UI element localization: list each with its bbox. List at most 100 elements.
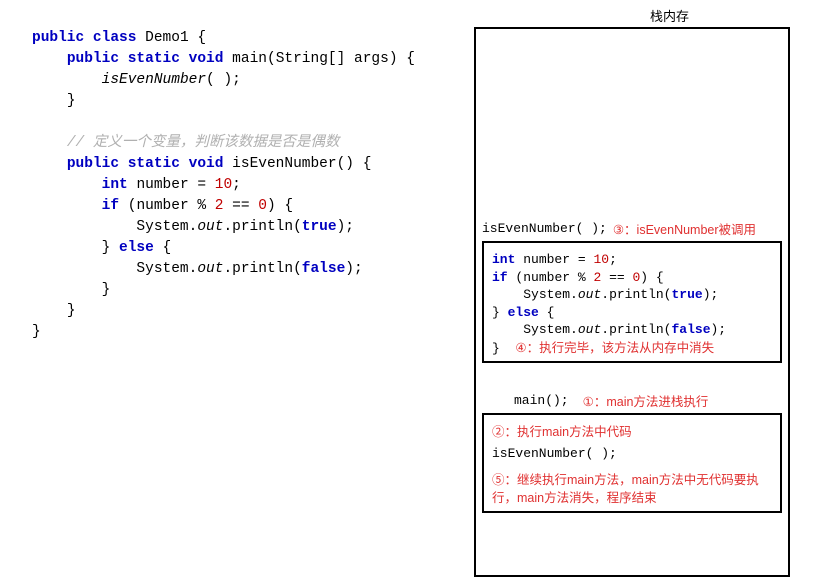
frame-code: int number = 10; if (number % 2 == 0) { …	[492, 251, 774, 357]
kw-if: if	[492, 270, 508, 285]
note-5: ⑤：继续执行main方法，main方法中无代码要执行，main方法消失，程序结束	[492, 471, 774, 507]
kw-public: public	[32, 30, 84, 46]
frame-main-call: isEvenNumber( );	[492, 445, 774, 463]
paren-close: )	[640, 270, 648, 285]
brace: {	[163, 240, 172, 256]
parens: ( );	[206, 72, 241, 88]
kw-class: class	[93, 30, 137, 46]
note-2: ②：执行main方法中代码	[492, 423, 774, 441]
dot: .	[570, 287, 578, 302]
paren-close: );	[337, 219, 354, 235]
brace: }	[102, 282, 111, 298]
dot: .	[223, 219, 232, 235]
kw-int: int	[492, 252, 515, 267]
expr: number %	[523, 270, 593, 285]
expr: number %	[136, 198, 214, 214]
brace: }	[102, 240, 111, 256]
semi: ;	[609, 252, 617, 267]
lit-10: 10	[215, 177, 232, 193]
circ-2: ②	[492, 425, 505, 439]
frame-main: ②：执行main方法中代码 isEvenNumber( ); ⑤：继续执行mai…	[482, 413, 782, 513]
expr: ==	[601, 270, 632, 285]
var-number: number	[136, 177, 188, 193]
eq: =	[578, 252, 586, 267]
code-block: public class Demo1 { public static void …	[32, 28, 456, 343]
semi: ;	[232, 177, 241, 193]
callsite-text: main();	[514, 393, 569, 408]
note-4-text: ：执行完毕，该方法从内存中消失	[527, 341, 715, 355]
fn-println: println	[232, 261, 293, 277]
kw-if: if	[102, 198, 119, 214]
paren-close: );	[711, 322, 727, 337]
lit-false: false	[671, 322, 710, 337]
field-out: out	[197, 219, 223, 235]
callsite-text: isEvenNumber( );	[482, 221, 607, 236]
comment: // 定义一个变量，判断该数据是否是偶数	[67, 135, 340, 151]
stack-panel: 栈内存 isEvenNumber( ); ③：isEvenNumber被调用 i…	[464, 6, 819, 564]
kw-else: else	[508, 305, 539, 320]
class-name: Demo1	[145, 30, 189, 46]
dot: .	[601, 322, 609, 337]
lit-false: false	[302, 261, 346, 277]
obj: System	[136, 261, 188, 277]
brace: }	[67, 93, 76, 109]
kw-public: public	[67, 156, 119, 172]
fn-println: println	[232, 219, 293, 235]
code-panel: public class Demo1 { public static void …	[4, 6, 464, 564]
kw-static: static	[128, 51, 180, 67]
paren-close: );	[703, 287, 719, 302]
note-1-text: ：main方法进栈执行	[594, 395, 709, 409]
parens: ()	[337, 156, 354, 172]
circ-4: ④	[515, 341, 526, 355]
kw-void: void	[189, 156, 224, 172]
brace: }	[492, 305, 500, 320]
eq: =	[197, 177, 206, 193]
dot: .	[570, 322, 578, 337]
brace: }	[67, 303, 76, 319]
lit-10: 10	[593, 252, 609, 267]
kw-int: int	[102, 177, 128, 193]
lit-true: true	[302, 219, 337, 235]
field-out: out	[578, 322, 601, 337]
var-number: number	[523, 252, 570, 267]
field-out: out	[578, 287, 601, 302]
stack-region: isEvenNumber( ); ③：isEvenNumber被调用 int n…	[474, 27, 790, 577]
circ-1: ①	[583, 395, 594, 409]
call-iseven: isEvenNumber	[102, 72, 206, 88]
frame-iseven: int number = 10; if (number % 2 == 0) { …	[482, 241, 782, 363]
note-2-text: ：执行main方法中代码	[505, 425, 632, 439]
paren-close: )	[267, 198, 276, 214]
lit-0: 0	[258, 198, 267, 214]
paren-close: );	[345, 261, 362, 277]
brace: {	[547, 305, 555, 320]
expr: ==	[223, 198, 258, 214]
dot: .	[601, 287, 609, 302]
brace: }	[492, 341, 500, 356]
note-3-text: ：isEvenNumber被调用	[624, 223, 756, 237]
args: String[] args	[276, 51, 389, 67]
kw-void: void	[189, 51, 224, 67]
obj: System	[523, 287, 570, 302]
lit-true: true	[671, 287, 702, 302]
dot: .	[223, 261, 232, 277]
brace: {	[656, 270, 664, 285]
method-main: main	[232, 51, 267, 67]
brace: {	[284, 198, 293, 214]
kw-static: static	[128, 156, 180, 172]
obj: System	[523, 322, 570, 337]
note-4: ④：执行完毕，该方法从内存中消失	[515, 341, 714, 355]
brace: }	[32, 324, 41, 340]
brace: {	[406, 51, 415, 67]
brace: {	[197, 30, 206, 46]
note-1: ①：main方法进栈执行	[583, 391, 709, 410]
paren-open: (	[293, 261, 302, 277]
note-3: ③：isEvenNumber被调用	[613, 219, 756, 238]
kw-public: public	[67, 51, 119, 67]
field-out: out	[197, 261, 223, 277]
obj: System	[136, 219, 188, 235]
note-5-text: ：继续执行main方法，main方法中无代码要执行，main方法消失，程序结束	[492, 473, 759, 505]
circ-5: ⑤	[492, 473, 505, 487]
kw-else: else	[119, 240, 154, 256]
callsite-main: main(); ①：main方法进栈执行	[514, 391, 708, 410]
paren-open: (	[293, 219, 302, 235]
